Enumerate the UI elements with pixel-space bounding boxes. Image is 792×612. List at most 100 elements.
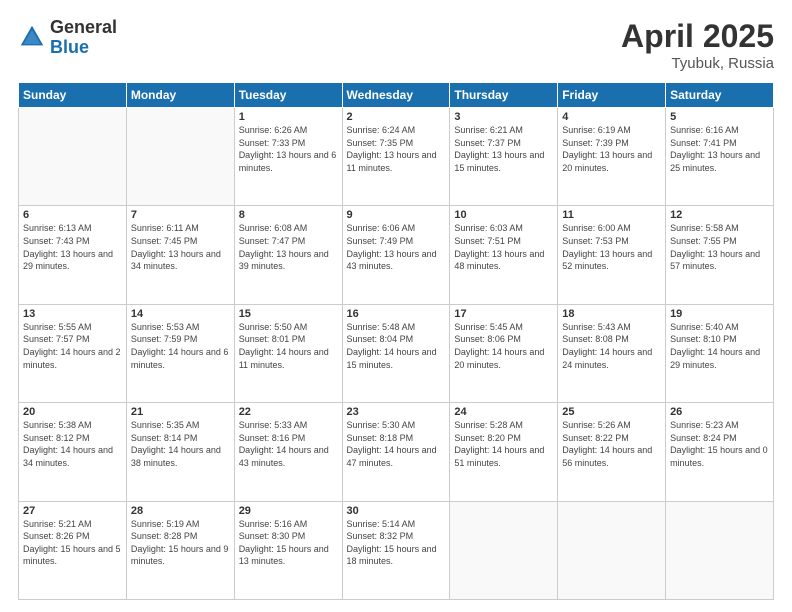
calendar-cell: 6Sunrise: 6:13 AM Sunset: 7:43 PM Daylig… (19, 206, 127, 304)
calendar-cell: 10Sunrise: 6:03 AM Sunset: 7:51 PM Dayli… (450, 206, 558, 304)
logo: General Blue (18, 18, 117, 58)
week-row-3: 13Sunrise: 5:55 AM Sunset: 7:57 PM Dayli… (19, 304, 774, 402)
day-info: Sunrise: 5:55 AM Sunset: 7:57 PM Dayligh… (23, 321, 122, 371)
day-info: Sunrise: 5:58 AM Sunset: 7:55 PM Dayligh… (670, 222, 769, 272)
day-number: 10 (454, 209, 553, 221)
day-number: 16 (347, 308, 446, 320)
calendar-body: 1Sunrise: 6:26 AM Sunset: 7:33 PM Daylig… (19, 108, 774, 600)
calendar-cell: 3Sunrise: 6:21 AM Sunset: 7:37 PM Daylig… (450, 108, 558, 206)
day-number: 15 (239, 308, 338, 320)
calendar-table: SundayMondayTuesdayWednesdayThursdayFrid… (18, 82, 774, 600)
calendar-cell: 14Sunrise: 5:53 AM Sunset: 7:59 PM Dayli… (126, 304, 234, 402)
calendar-cell (666, 501, 774, 599)
calendar-cell: 16Sunrise: 5:48 AM Sunset: 8:04 PM Dayli… (342, 304, 450, 402)
day-info: Sunrise: 5:21 AM Sunset: 8:26 PM Dayligh… (23, 518, 122, 568)
calendar-cell: 22Sunrise: 5:33 AM Sunset: 8:16 PM Dayli… (234, 403, 342, 501)
calendar-cell: 12Sunrise: 5:58 AM Sunset: 7:55 PM Dayli… (666, 206, 774, 304)
calendar-cell: 20Sunrise: 5:38 AM Sunset: 8:12 PM Dayli… (19, 403, 127, 501)
week-row-4: 20Sunrise: 5:38 AM Sunset: 8:12 PM Dayli… (19, 403, 774, 501)
day-info: Sunrise: 5:26 AM Sunset: 8:22 PM Dayligh… (562, 419, 661, 469)
day-info: Sunrise: 5:45 AM Sunset: 8:06 PM Dayligh… (454, 321, 553, 371)
header-cell-thursday: Thursday (450, 83, 558, 108)
calendar-cell: 5Sunrise: 6:16 AM Sunset: 7:41 PM Daylig… (666, 108, 774, 206)
day-number: 18 (562, 308, 661, 320)
day-number: 2 (347, 111, 446, 123)
day-info: Sunrise: 5:53 AM Sunset: 7:59 PM Dayligh… (131, 321, 230, 371)
logo-general-text: General (50, 18, 117, 38)
day-info: Sunrise: 6:06 AM Sunset: 7:49 PM Dayligh… (347, 222, 446, 272)
week-row-2: 6Sunrise: 6:13 AM Sunset: 7:43 PM Daylig… (19, 206, 774, 304)
day-number: 6 (23, 209, 122, 221)
day-number: 13 (23, 308, 122, 320)
day-number: 11 (562, 209, 661, 221)
day-info: Sunrise: 6:19 AM Sunset: 7:39 PM Dayligh… (562, 124, 661, 174)
day-number: 1 (239, 111, 338, 123)
calendar-cell: 9Sunrise: 6:06 AM Sunset: 7:49 PM Daylig… (342, 206, 450, 304)
day-info: Sunrise: 6:13 AM Sunset: 7:43 PM Dayligh… (23, 222, 122, 272)
day-number: 9 (347, 209, 446, 221)
calendar-cell (126, 108, 234, 206)
day-number: 14 (131, 308, 230, 320)
day-info: Sunrise: 5:14 AM Sunset: 8:32 PM Dayligh… (347, 518, 446, 568)
logo-text: General Blue (50, 18, 117, 58)
calendar-cell (19, 108, 127, 206)
day-number: 21 (131, 406, 230, 418)
day-number: 23 (347, 406, 446, 418)
day-info: Sunrise: 5:30 AM Sunset: 8:18 PM Dayligh… (347, 419, 446, 469)
day-info: Sunrise: 6:03 AM Sunset: 7:51 PM Dayligh… (454, 222, 553, 272)
calendar-cell: 25Sunrise: 5:26 AM Sunset: 8:22 PM Dayli… (558, 403, 666, 501)
day-number: 27 (23, 505, 122, 517)
calendar-cell: 27Sunrise: 5:21 AM Sunset: 8:26 PM Dayli… (19, 501, 127, 599)
day-info: Sunrise: 5:38 AM Sunset: 8:12 PM Dayligh… (23, 419, 122, 469)
calendar-cell: 23Sunrise: 5:30 AM Sunset: 8:18 PM Dayli… (342, 403, 450, 501)
day-info: Sunrise: 5:43 AM Sunset: 8:08 PM Dayligh… (562, 321, 661, 371)
day-info: Sunrise: 6:26 AM Sunset: 7:33 PM Dayligh… (239, 124, 338, 174)
calendar-cell: 7Sunrise: 6:11 AM Sunset: 7:45 PM Daylig… (126, 206, 234, 304)
calendar-cell: 8Sunrise: 6:08 AM Sunset: 7:47 PM Daylig… (234, 206, 342, 304)
title-block: April 2025 Tyubuk, Russia (621, 18, 774, 72)
day-number: 7 (131, 209, 230, 221)
calendar-cell: 30Sunrise: 5:14 AM Sunset: 8:32 PM Dayli… (342, 501, 450, 599)
day-info: Sunrise: 5:19 AM Sunset: 8:28 PM Dayligh… (131, 518, 230, 568)
day-number: 20 (23, 406, 122, 418)
day-number: 17 (454, 308, 553, 320)
day-number: 19 (670, 308, 769, 320)
day-info: Sunrise: 6:21 AM Sunset: 7:37 PM Dayligh… (454, 124, 553, 174)
day-info: Sunrise: 5:50 AM Sunset: 8:01 PM Dayligh… (239, 321, 338, 371)
header-row: SundayMondayTuesdayWednesdayThursdayFrid… (19, 83, 774, 108)
day-info: Sunrise: 6:11 AM Sunset: 7:45 PM Dayligh… (131, 222, 230, 272)
calendar-cell (558, 501, 666, 599)
header-cell-friday: Friday (558, 83, 666, 108)
calendar-cell: 24Sunrise: 5:28 AM Sunset: 8:20 PM Dayli… (450, 403, 558, 501)
calendar-cell: 18Sunrise: 5:43 AM Sunset: 8:08 PM Dayli… (558, 304, 666, 402)
main-title: April 2025 (621, 18, 774, 55)
calendar-cell: 28Sunrise: 5:19 AM Sunset: 8:28 PM Dayli… (126, 501, 234, 599)
logo-icon (18, 23, 46, 51)
day-number: 8 (239, 209, 338, 221)
calendar-cell: 29Sunrise: 5:16 AM Sunset: 8:30 PM Dayli… (234, 501, 342, 599)
calendar-cell: 13Sunrise: 5:55 AM Sunset: 7:57 PM Dayli… (19, 304, 127, 402)
day-info: Sunrise: 5:33 AM Sunset: 8:16 PM Dayligh… (239, 419, 338, 469)
header-cell-monday: Monday (126, 83, 234, 108)
header: General Blue April 2025 Tyubuk, Russia (18, 18, 774, 72)
day-info: Sunrise: 6:24 AM Sunset: 7:35 PM Dayligh… (347, 124, 446, 174)
calendar-cell (450, 501, 558, 599)
page: General Blue April 2025 Tyubuk, Russia S… (0, 0, 792, 612)
day-number: 24 (454, 406, 553, 418)
calendar-cell: 17Sunrise: 5:45 AM Sunset: 8:06 PM Dayli… (450, 304, 558, 402)
header-cell-saturday: Saturday (666, 83, 774, 108)
calendar-cell: 11Sunrise: 6:00 AM Sunset: 7:53 PM Dayli… (558, 206, 666, 304)
day-info: Sunrise: 6:16 AM Sunset: 7:41 PM Dayligh… (670, 124, 769, 174)
day-info: Sunrise: 6:00 AM Sunset: 7:53 PM Dayligh… (562, 222, 661, 272)
day-info: Sunrise: 5:35 AM Sunset: 8:14 PM Dayligh… (131, 419, 230, 469)
day-info: Sunrise: 5:23 AM Sunset: 8:24 PM Dayligh… (670, 419, 769, 469)
day-number: 30 (347, 505, 446, 517)
calendar-cell: 21Sunrise: 5:35 AM Sunset: 8:14 PM Dayli… (126, 403, 234, 501)
day-info: Sunrise: 5:16 AM Sunset: 8:30 PM Dayligh… (239, 518, 338, 568)
day-number: 12 (670, 209, 769, 221)
calendar-cell: 2Sunrise: 6:24 AM Sunset: 7:35 PM Daylig… (342, 108, 450, 206)
header-cell-tuesday: Tuesday (234, 83, 342, 108)
header-cell-wednesday: Wednesday (342, 83, 450, 108)
day-number: 28 (131, 505, 230, 517)
calendar-cell: 4Sunrise: 6:19 AM Sunset: 7:39 PM Daylig… (558, 108, 666, 206)
